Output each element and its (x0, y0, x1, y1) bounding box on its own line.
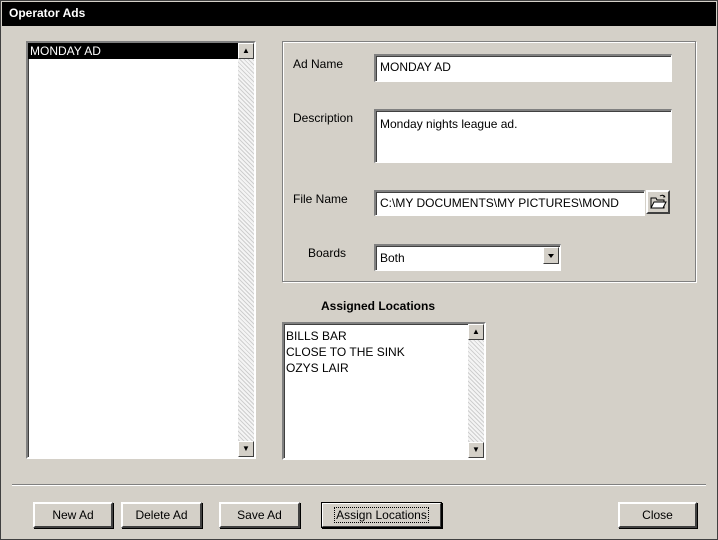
ad-name-label: Ad Name (293, 57, 344, 71)
assigned-locations-list[interactable]: BILLS BAR CLOSE TO THE SINK OZYS LAIR ▲ … (282, 322, 486, 460)
location-item[interactable]: OZYS LAIR (284, 360, 484, 376)
description-field[interactable]: Monday nights league ad. (374, 109, 672, 163)
assigned-locations-heading: Assigned Locations (321, 299, 436, 313)
boards-label: Boards (308, 246, 347, 260)
location-item[interactable]: BILLS BAR (284, 328, 484, 344)
assign-locations-label: Assign Locations (334, 507, 429, 523)
boards-select[interactable]: Both (374, 244, 561, 271)
close-button[interactable]: Close (618, 502, 697, 528)
arrow-up-icon[interactable]: ▲ (238, 43, 254, 59)
arrow-down-icon[interactable]: ▼ (468, 442, 484, 458)
ad-name-field[interactable]: MONDAY AD (374, 54, 672, 82)
arrow-up-icon[interactable]: ▲ (468, 324, 484, 340)
ads-list-item-monday-ad[interactable]: MONDAY AD (28, 43, 238, 59)
operator-ads-window: Operator Ads MONDAY AD ▲ ▼ Ad Name MONDA… (0, 0, 718, 540)
new-ad-button[interactable]: New Ad (33, 502, 113, 528)
assign-locations-button[interactable]: Assign Locations (321, 502, 442, 528)
ads-list[interactable]: MONDAY AD ▲ ▼ (26, 41, 256, 459)
file-name-field[interactable]: C:\MY DOCUMENTS\MY PICTURES\MOND (374, 190, 645, 216)
chevron-down-icon[interactable] (543, 247, 559, 264)
file-name-label: File Name (293, 192, 348, 206)
folder-open-icon[interactable] (646, 190, 670, 214)
delete-ad-button[interactable]: Delete Ad (121, 502, 202, 528)
save-ad-button[interactable]: Save Ad (219, 502, 300, 528)
description-label: Description (293, 111, 354, 125)
boards-select-value: Both (380, 251, 405, 265)
locations-scrollbar[interactable]: ▲ ▼ (468, 324, 484, 458)
arrow-down-icon[interactable]: ▼ (238, 441, 254, 457)
divider (12, 484, 706, 486)
ads-list-scrollbar[interactable]: ▲ ▼ (238, 43, 254, 457)
location-item[interactable]: CLOSE TO THE SINK (284, 344, 484, 360)
window-title: Operator Ads (2, 2, 716, 26)
